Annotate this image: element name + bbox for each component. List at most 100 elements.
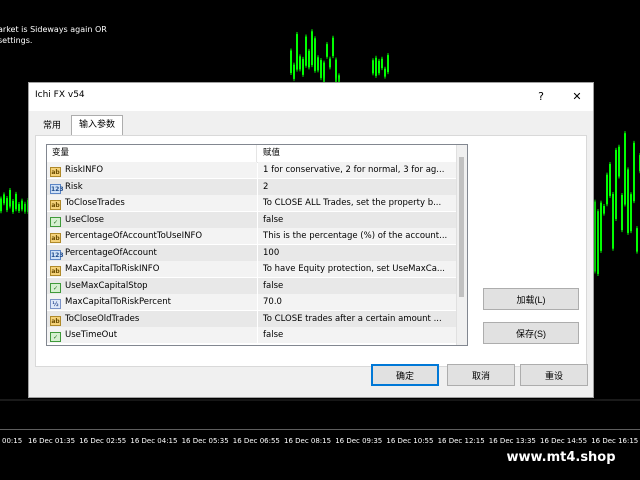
param-name: MaxCapitalToRiskPercent <box>65 297 171 307</box>
time-axis-label: 16 Dec 05:35 <box>181 437 229 445</box>
ok-button[interactable]: 确定 <box>371 364 439 386</box>
inputs-panel: 变量 赋值 ab RiskINFO 1 for conservative, 2 fo… <box>35 135 587 367</box>
param-name-cell: ab PercentageOfAccountToUseINFO <box>47 228 257 244</box>
table-row[interactable]: 123Risk 2 <box>47 178 457 196</box>
candle-body <box>332 37 334 57</box>
param-value[interactable]: false <box>258 327 457 343</box>
candle-body <box>320 60 322 79</box>
tab-inputs[interactable]: 输入参数 <box>71 115 123 136</box>
param-name-cell: ab ToCloseOldTrades <box>47 310 257 327</box>
param-name-cell: ½ MaxCapitalToRiskPercent <box>47 294 257 310</box>
close-button[interactable]: ✕ <box>561 83 593 111</box>
table-row[interactable]: 123PercentageOfAccount 100 <box>47 244 457 262</box>
param-value[interactable]: To CLOSE trades after a certain amount .… <box>258 310 457 327</box>
tab-common[interactable]: 常用 <box>37 117 67 135</box>
candle-body <box>636 228 638 252</box>
param-value[interactable]: 100 <box>258 244 457 261</box>
param-value[interactable]: To have Equity protection, set UseMaxCa.… <box>258 261 457 277</box>
candle-body <box>618 146 620 177</box>
candle-body <box>296 34 298 70</box>
time-axis-label: 16 Dec 01:35 <box>28 437 76 445</box>
param-value[interactable]: 1 for conservative, 2 for normal, 3 for … <box>258 162 457 178</box>
table-row[interactable]: ✓ UseTimeOut false <box>47 327 457 345</box>
time-axis-label: 16 Dec 02:55 <box>79 437 127 445</box>
candle-body <box>609 163 611 196</box>
candle-body <box>621 194 623 231</box>
param-name: MaxCapitalToRiskINFO <box>65 264 160 274</box>
candle-body <box>326 44 328 57</box>
time-axis-label: 16 Dec 16:15 <box>591 437 639 445</box>
candle-body <box>387 55 389 73</box>
load-button[interactable]: 加载(L) <box>483 288 579 310</box>
table-row[interactable]: ½ MaxCapitalToRiskPercent 70.0 <box>47 294 457 312</box>
param-value[interactable]: To CLOSE ALL Trades, set the property b.… <box>258 195 457 211</box>
column-variable[interactable]: 变量 <box>47 145 257 162</box>
param-name: UseClose <box>65 214 105 225</box>
help-button[interactable]: ? <box>525 83 557 111</box>
cancel-button[interactable]: 取消 <box>447 364 515 386</box>
candle-body <box>600 202 602 251</box>
candle-body <box>15 193 17 210</box>
integer-type-icon: 123 <box>50 183 64 194</box>
table-row[interactable]: ab ToCloseTrades To CLOSE ALL Trades, set … <box>47 195 457 213</box>
expert-properties-dialog: Ichi FX v54 ? ✕ 常用 输入参数 变量 赋值 ab RiskINFO… <box>28 82 594 398</box>
param-name-cell: ✓ UseMaxCapitalStop <box>47 277 257 294</box>
time-axis-label: 00:15 <box>2 437 23 445</box>
time-axis-label: 16 Dec 10:55 <box>386 437 434 445</box>
table-row[interactable]: ab RiskINFO 1 for conservative, 2 for norm… <box>47 162 457 180</box>
candle-body <box>633 142 635 202</box>
param-name: UseMaxCapitalStop <box>65 280 148 291</box>
param-name-cell: ab ToCloseTrades <box>47 195 257 211</box>
table-row[interactable]: ab PercentageOfAccountToUseINFO This is th… <box>47 228 457 246</box>
table-row[interactable]: ✓ UseMaxCapitalStop false <box>47 277 457 295</box>
candle-body <box>314 38 316 71</box>
table-row[interactable]: ab MaxCapitalToRiskINFO To have Equity pro… <box>47 261 457 279</box>
time-axis-label: 16 Dec 14:55 <box>540 437 588 445</box>
candle-body <box>317 57 319 71</box>
param-name: UseTimeOut <box>65 330 118 340</box>
chart-comment-line-2: settings. <box>0 36 33 45</box>
boolean-type-icon: ✓ <box>50 332 61 342</box>
string-type-icon: ab <box>50 233 61 243</box>
string-type-icon: ab <box>50 266 61 276</box>
reset-button[interactable]: 重设 <box>520 364 588 386</box>
candle-body <box>597 211 599 274</box>
param-value[interactable]: 70.0 <box>258 294 457 310</box>
vertical-scrollbar[interactable] <box>456 145 467 345</box>
param-name-cell: ✓ UseClose <box>47 211 257 228</box>
param-name: RiskINFO <box>65 165 104 175</box>
candle-body <box>378 60 380 74</box>
table-row[interactable]: ab ToCloseOldTrades To CLOSE trades after … <box>47 310 457 328</box>
candle-body <box>302 58 304 75</box>
string-type-icon: ab <box>50 315 61 326</box>
candle-body <box>384 68 386 77</box>
param-name-cell: ✓ UseTimeOut <box>47 327 257 343</box>
param-name-cell: ab RiskINFO <box>47 162 257 178</box>
candle-body <box>594 201 596 272</box>
dialog-title: Ichi FX v54 <box>35 90 85 100</box>
boolean-type-icon: ✓ <box>50 282 61 293</box>
time-axis-label: 16 Dec 08:15 <box>284 437 332 445</box>
watermark: www.mt4.shop <box>496 446 626 470</box>
save-button[interactable]: 保存(S) <box>483 322 579 344</box>
string-type-icon: ab <box>50 167 61 177</box>
param-name-cell: ab MaxCapitalToRiskINFO <box>47 261 257 277</box>
table-row[interactable]: ✓ UseClose false <box>47 211 457 229</box>
candle-body <box>24 203 26 212</box>
candle-body <box>12 200 14 212</box>
column-value[interactable]: 赋值 <box>258 145 457 162</box>
candle-body <box>615 149 617 220</box>
param-name: PercentageOfAccountToUseINFO <box>65 231 203 241</box>
time-axis-label: 16 Dec 04:15 <box>130 437 178 445</box>
chart-comment-line-1: arket is Sideways again OR <box>0 25 107 34</box>
candle-body <box>630 194 632 232</box>
candle-body <box>624 133 626 205</box>
dialog-titlebar[interactable]: Ichi FX v54 ? ✕ <box>29 83 593 111</box>
param-value[interactable]: false <box>258 277 457 294</box>
param-value[interactable]: 2 <box>258 178 457 195</box>
param-value[interactable]: This is the percentage (%) of the accoun… <box>258 228 457 244</box>
table-header: 变量 赋值 <box>47 145 457 163</box>
param-value[interactable]: false <box>258 211 457 228</box>
scrollbar-thumb[interactable] <box>459 157 464 297</box>
candle-body <box>603 206 605 214</box>
